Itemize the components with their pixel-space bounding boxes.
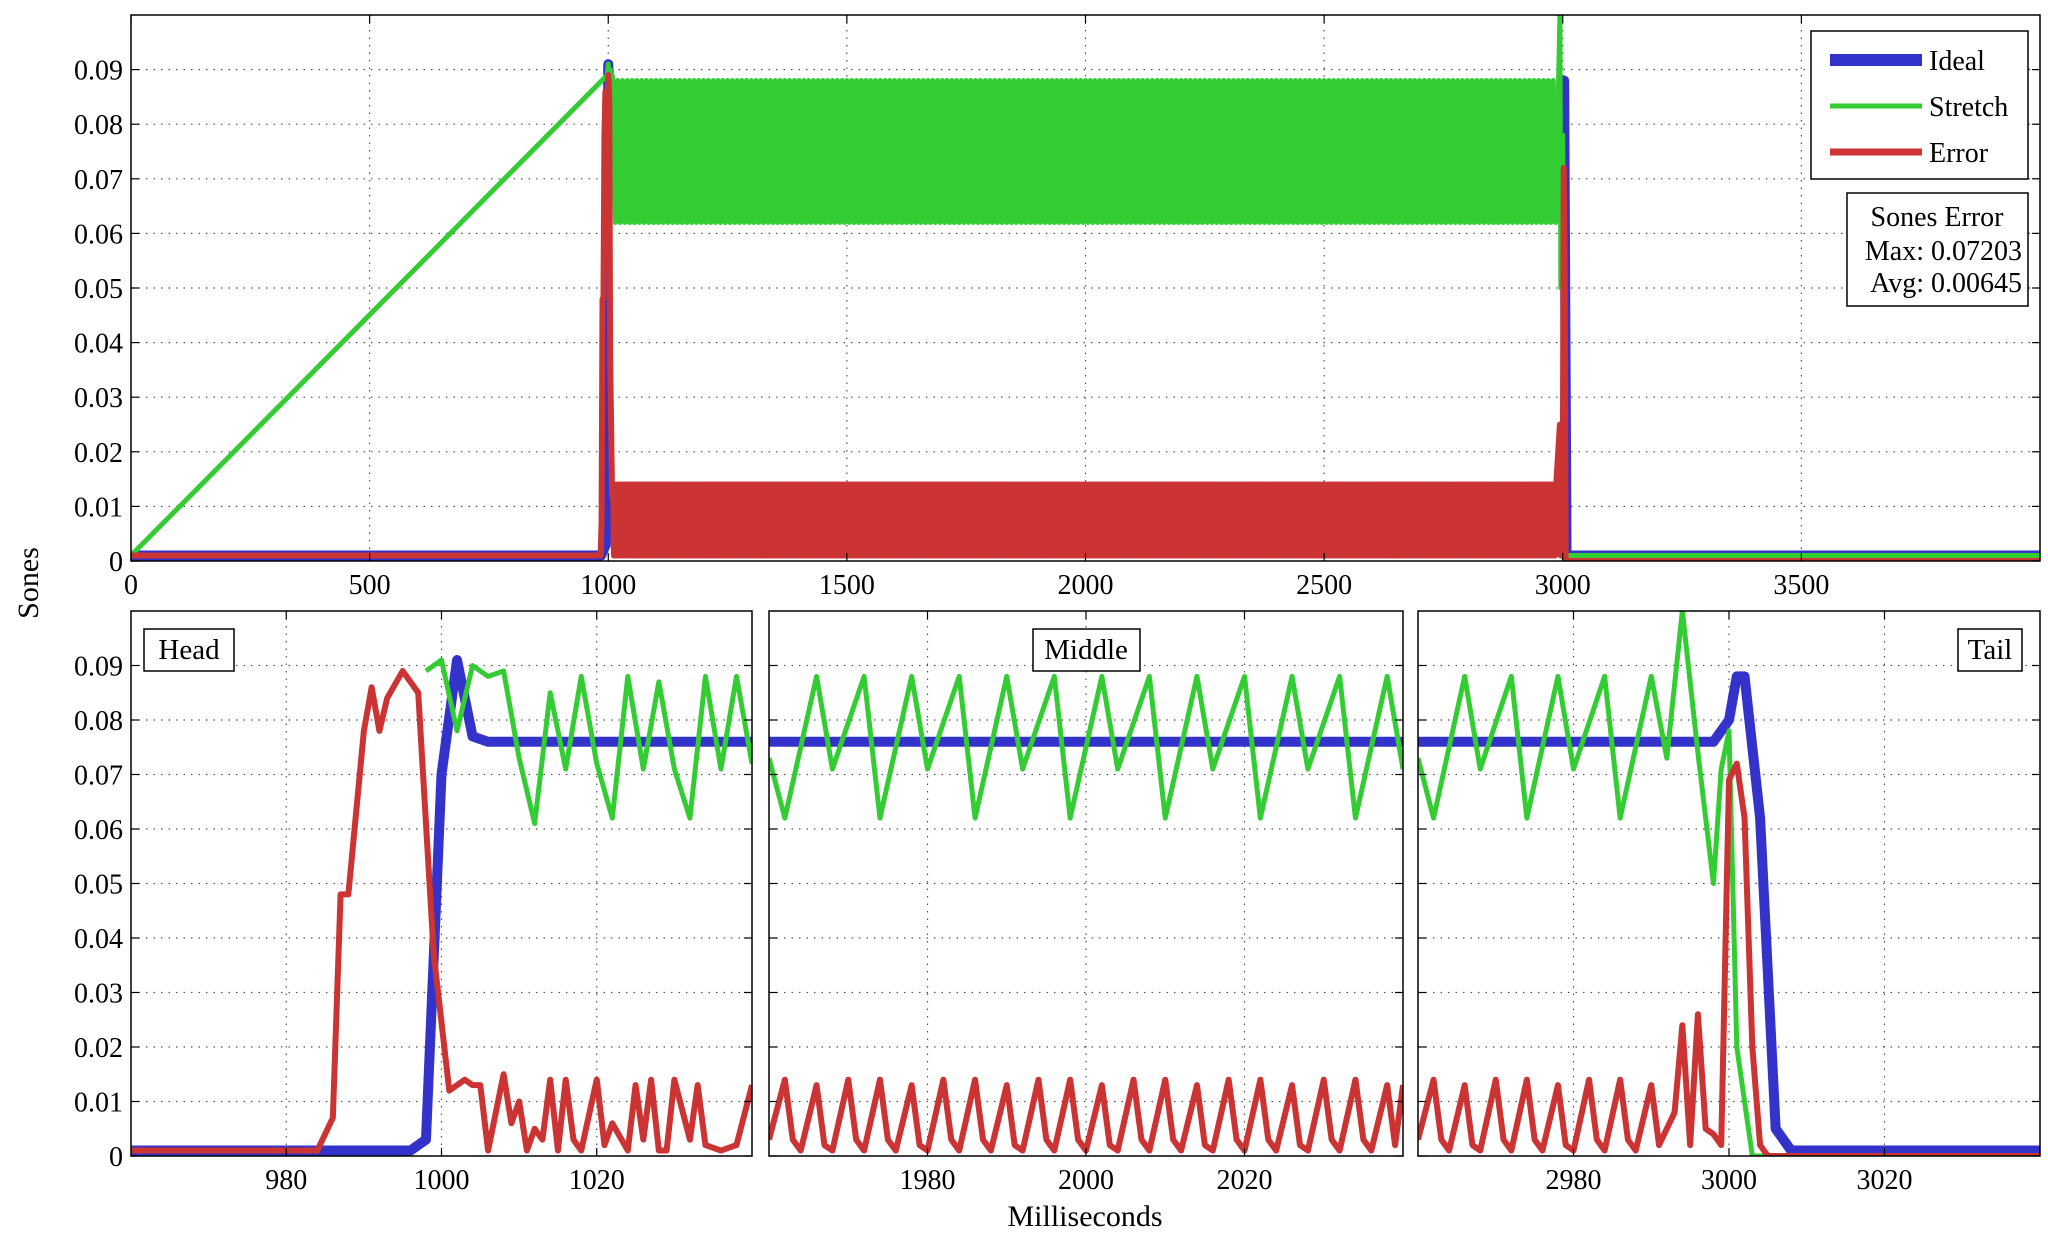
x-tick-label: 2980 [1546, 1165, 1602, 1196]
x-tick-label: 980 [265, 1165, 307, 1196]
figure: Sones Milliseconds 0 500 1000 1500 2000 2500 3… [12, 14, 2041, 1233]
x-tick-label: 0 [124, 570, 138, 601]
x-tick-label: 2500 [1296, 570, 1352, 601]
y-tick-label: 0.06 [74, 815, 123, 846]
x-tick-label: 3500 [1773, 570, 1829, 601]
stats-avg: Avg: 0.00645 [1870, 268, 2022, 299]
stats-title: Sones Error [1871, 202, 2005, 233]
y-tick-label: 0.05 [74, 870, 123, 901]
y-tick-label: 0.08 [74, 110, 123, 141]
x-tick-label: 500 [349, 570, 391, 601]
x-tick-label: 3000 [1535, 570, 1591, 601]
stats-max: Max: 0.07203 [1865, 236, 2022, 267]
x-tick-label: 1000 [414, 1165, 470, 1196]
x-tick-label: 3020 [1857, 1165, 1913, 1196]
y-tick-label: 0.02 [74, 438, 123, 469]
x-tick-label: 3000 [1701, 1165, 1757, 1196]
head-label: Head [158, 634, 220, 666]
y-tick-label: 0.09 [74, 652, 123, 683]
x-tick-label: 2000 [1058, 1165, 1114, 1196]
y-tick-label: 0.03 [74, 383, 123, 414]
y-axis-label: Sones [12, 547, 45, 619]
middle-label: Middle [1044, 634, 1128, 666]
x-axis-label: Milliseconds [1008, 1200, 1163, 1233]
x-tick-label: 2020 [1217, 1165, 1273, 1196]
y-tick-label: 0.04 [74, 924, 123, 955]
y-tick-label: 0.04 [74, 329, 123, 360]
head-label-box: Head [143, 628, 235, 672]
x-tick-label: 1980 [900, 1165, 956, 1196]
tail-plot: 2980 3000 3020 [1417, 610, 2041, 1196]
y-tick-label: 0.01 [74, 492, 123, 523]
legend-label-stretch: Stretch [1929, 92, 2008, 123]
legend-label-ideal: Ideal [1929, 46, 1985, 77]
y-tick-label: 0.06 [74, 219, 123, 250]
y-tick-label: 0.08 [74, 706, 123, 737]
x-tick-label: 1020 [569, 1165, 625, 1196]
legend: Ideal Stretch Error [1810, 30, 2029, 180]
y-tick-label: 0.03 [74, 979, 123, 1010]
y-tick-label: 0.07 [74, 165, 123, 196]
y-tick-label: 0.09 [74, 56, 123, 87]
head-plot: 980 1000 1020 0 0.01 0.02 0.03 0.04 0.05 0.06 0.07… [74, 610, 753, 1196]
tail-label-box: Tail [1957, 628, 2023, 672]
y-tick-label: 0 [109, 1142, 123, 1173]
stats-box: Sones Error Max: 0.07203 Avg: 0.00645 [1846, 192, 2029, 307]
y-tick-label: 0.01 [74, 1088, 123, 1119]
y-tick-label: 0.05 [74, 274, 123, 305]
tail-label: Tail [1968, 634, 2013, 666]
middle-plot: 1980 2000 2020 [768, 610, 1404, 1196]
y-tick-label: 0.02 [74, 1033, 123, 1064]
y-tick-label: 0.07 [74, 761, 123, 792]
middle-label-box: Middle [1032, 628, 1141, 672]
x-tick-label: 1500 [819, 570, 875, 601]
overview-plot: 0 500 1000 1500 2000 2500 3000 3500 0 0.01 0.02 0.0… [74, 14, 2041, 601]
y-tick-label: 0 [109, 547, 123, 578]
x-tick-label: 2000 [1058, 570, 1114, 601]
legend-label-error: Error [1929, 138, 1989, 169]
x-tick-label: 1000 [580, 570, 636, 601]
